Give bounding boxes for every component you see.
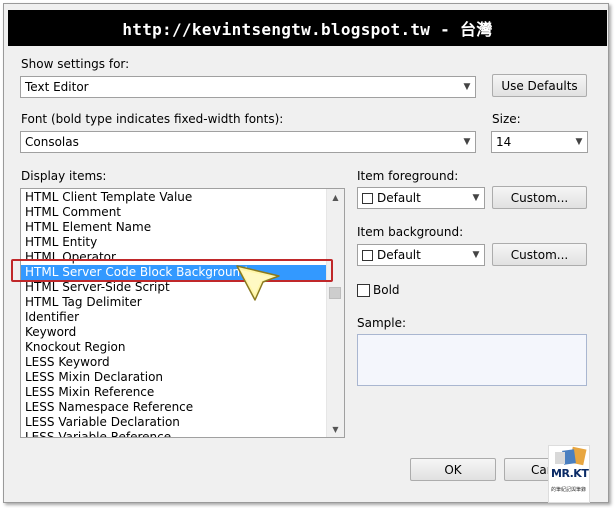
- chevron-down-icon: ▼: [575, 137, 583, 147]
- list-item[interactable]: LESS Variable Reference: [21, 430, 328, 437]
- use-defaults-button[interactable]: Use Defaults: [492, 74, 587, 97]
- sample-preview: [357, 334, 587, 386]
- item-background-label: Item background:: [357, 225, 464, 239]
- sample-label: Sample:: [357, 316, 407, 330]
- chevron-down-icon: ▼: [472, 193, 480, 203]
- display-items-list[interactable]: HTML Client Template Value HTML Comment HT…: [20, 188, 345, 438]
- list-item[interactable]: LESS Mixin Reference: [21, 385, 328, 400]
- list-item[interactable]: HTML Element Name: [21, 220, 328, 235]
- ok-button[interactable]: OK: [410, 458, 496, 481]
- watermark-banner: http://kevintsengtw.blogspot.tw - 台灣: [8, 10, 607, 46]
- scroll-up-icon[interactable]: ▲: [327, 189, 344, 205]
- list-item[interactable]: LESS Keyword: [21, 355, 328, 370]
- scroll-down-icon[interactable]: ▼: [327, 421, 344, 437]
- color-swatch: [362, 249, 373, 261]
- item-foreground-label: Item foreground:: [357, 169, 459, 183]
- custom-foreground-button[interactable]: Custom...: [492, 186, 587, 209]
- chevron-down-icon: ▼: [472, 250, 480, 260]
- pointer-cursor-icon: [236, 265, 280, 301]
- list-item[interactable]: Knockout Region: [21, 340, 328, 355]
- mrkt-logo: MR.KT 的筆紀記與筆錄: [548, 445, 590, 503]
- list-item[interactable]: LESS Variable Declaration: [21, 415, 328, 430]
- item-background-combo[interactable]: Default ▼: [357, 244, 485, 266]
- list-item[interactable]: Identifier: [21, 310, 328, 325]
- display-items-label: Display items:: [21, 169, 107, 183]
- vertical-scrollbar[interactable]: ▲ ▼: [326, 189, 344, 437]
- bold-label: Bold: [373, 283, 400, 297]
- custom-background-button[interactable]: Custom...: [492, 243, 587, 266]
- font-label: Font (bold type indicates fixed-width fo…: [21, 112, 284, 126]
- size-value: 14: [496, 135, 512, 149]
- item-foreground-combo[interactable]: Default ▼: [357, 187, 485, 209]
- list-item[interactable]: Keyword: [21, 325, 328, 340]
- font-value: Consolas: [25, 135, 79, 149]
- display-items-container: HTML Client Template Value HTML Comment HT…: [21, 190, 328, 437]
- settings-for-combo[interactable]: Text Editor ▼: [20, 76, 476, 98]
- list-item[interactable]: HTML Client Template Value: [21, 190, 328, 205]
- bold-checkbox[interactable]: [357, 284, 370, 297]
- chevron-down-icon: ▼: [463, 82, 471, 92]
- color-swatch: [362, 192, 373, 204]
- size-label: Size:: [492, 112, 521, 126]
- settings-for-label: Show settings for:: [21, 57, 130, 71]
- settings-for-value: Text Editor: [25, 80, 89, 94]
- font-combo[interactable]: Consolas ▼: [20, 131, 476, 153]
- item-foreground-value: Default: [377, 191, 421, 205]
- list-item[interactable]: HTML Comment: [21, 205, 328, 220]
- logo-graphic: [555, 446, 587, 466]
- scroll-thumb[interactable]: [329, 287, 341, 299]
- list-item[interactable]: LESS Namespace Reference: [21, 400, 328, 415]
- size-combo[interactable]: 14 ▼: [491, 131, 588, 153]
- item-background-value: Default: [377, 248, 421, 262]
- logo-subtext: 的筆紀記與筆錄: [551, 487, 587, 493]
- list-item[interactable]: LESS Mixin Declaration: [21, 370, 328, 385]
- chevron-down-icon: ▼: [463, 137, 471, 147]
- selection-highlight-box: [11, 259, 333, 282]
- list-item[interactable]: HTML Entity: [21, 235, 328, 250]
- logo-text: MR.KT: [551, 467, 589, 480]
